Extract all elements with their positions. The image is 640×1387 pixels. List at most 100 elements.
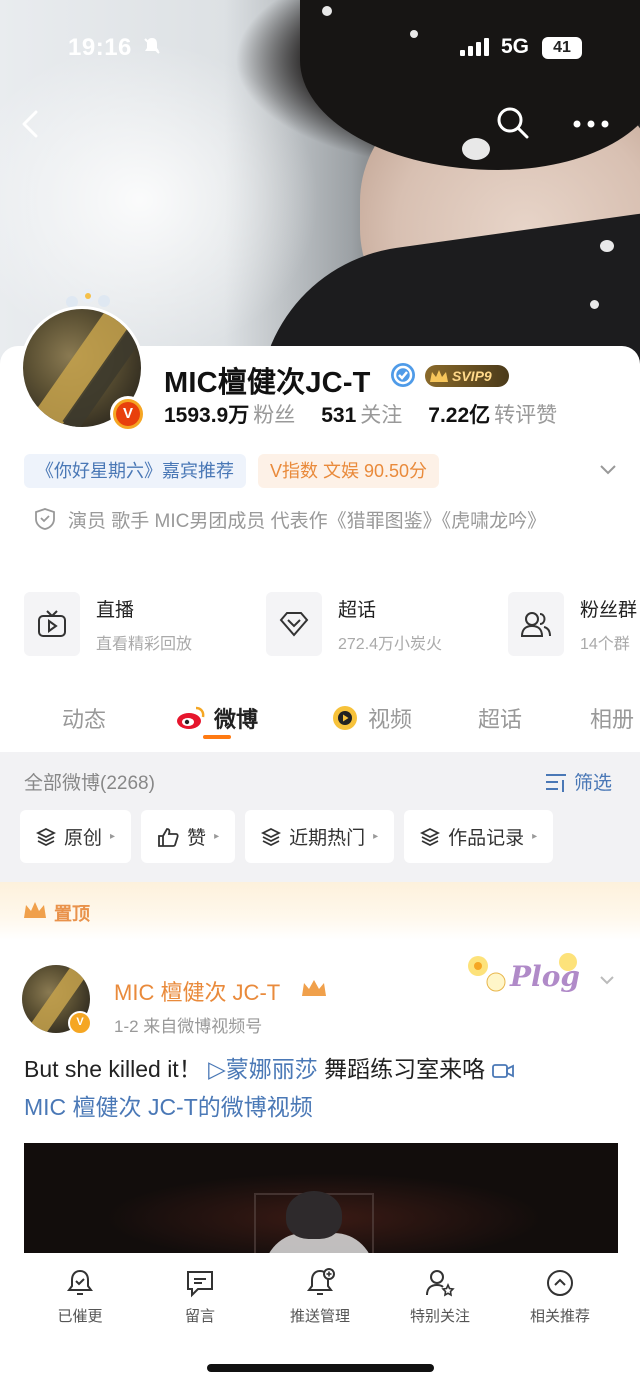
message-button[interactable]: 留言	[140, 1267, 260, 1326]
thumbs-up-icon	[158, 827, 179, 847]
quick-link-supertopic[interactable]: 超话 272.4万小炭火	[266, 592, 494, 656]
chevron-up-circle-icon	[547, 1270, 573, 1296]
video-camera-icon	[491, 1064, 514, 1078]
group-icon	[520, 612, 551, 637]
related-recommend-button[interactable]: 相关推荐	[500, 1267, 620, 1326]
user-star-icon	[426, 1270, 455, 1297]
bottom-label: 特别关注	[409, 1308, 470, 1325]
mute-bell-icon	[142, 36, 162, 62]
quick-link-subtitle: 直看精彩回放	[96, 635, 193, 653]
video-logo-icon	[333, 706, 357, 730]
post-text: But she killed it！ ▷蒙娜丽莎 舞蹈练习室来咯 MIC 檀健次…	[24, 1050, 624, 1126]
stat-followers[interactable]: 1593.9万 粉丝	[164, 399, 295, 429]
stat-label: 关注	[360, 404, 403, 427]
search-icon[interactable]	[496, 106, 530, 140]
remind-update-button[interactable]: 已催更	[20, 1267, 140, 1326]
tab-weibo[interactable]: 微博	[176, 702, 258, 734]
tv-icon	[38, 610, 66, 637]
filter-icon	[546, 773, 566, 792]
quick-link-live[interactable]: 直播 直看精彩回放	[24, 592, 252, 656]
video-thumbnail[interactable]	[24, 1143, 618, 1253]
tag-v-index[interactable]: V指数 文娱 90.50分	[258, 454, 440, 488]
push-settings-button[interactable]: 推送管理	[260, 1267, 380, 1326]
battery-icon: 41	[542, 37, 582, 59]
filter-button[interactable]: 筛选	[544, 768, 612, 795]
more-icon[interactable]	[572, 110, 610, 138]
music-link[interactable]: ▷蒙娜丽莎	[208, 1056, 318, 1082]
layers-icon	[261, 827, 282, 846]
quick-link-title: 粉丝群	[580, 599, 638, 621]
chevron-down-icon[interactable]	[598, 972, 616, 988]
network-type: 5G	[501, 35, 530, 58]
plog-sticker: Plog	[468, 953, 580, 993]
special-follow-button[interactable]: 特别关注	[380, 1267, 500, 1326]
weibo-logo-icon	[177, 706, 205, 729]
quick-link-title: 直播	[96, 599, 135, 621]
stat-likes[interactable]: 7.22亿 转评赞	[428, 399, 557, 429]
post-text-lead: But she killed it！	[24, 1056, 202, 1082]
chevron-down-icon[interactable]	[598, 460, 618, 480]
crown-icon	[302, 980, 326, 996]
quick-link-subtitle: 272.4万小炭火	[338, 635, 443, 653]
status-time: 19:16	[68, 34, 132, 61]
tab-album[interactable]: 相册	[590, 702, 634, 734]
profile-bio: 演员 歌手 MIC男团成员 代表作《猎罪图鉴》《虎啸龙吟》	[68, 511, 547, 532]
pinned-banner	[0, 882, 640, 940]
signal-icon	[460, 38, 489, 56]
bell-check-icon	[67, 1269, 93, 1295]
crown-icon	[24, 902, 46, 918]
blue-verified-icon[interactable]	[390, 362, 416, 388]
filter-label: 筛选	[574, 773, 613, 794]
post-text-rest: 舞蹈练习室来咯	[317, 1056, 492, 1082]
tag-guest-recommend[interactable]: 《你好星期六》嘉宾推荐	[24, 454, 246, 488]
pinned-label: 置顶	[54, 904, 90, 924]
verified-badge-icon: V	[110, 396, 146, 432]
stat-value: 7.22亿	[428, 404, 491, 427]
stat-following[interactable]: 531 关注	[321, 399, 402, 429]
filter-chips: 原创 ▸ 赞 ▸ 近期热门 ▸ 作品记录 ▸	[20, 810, 554, 863]
tab-label: 微博	[214, 707, 259, 732]
layers-icon	[36, 827, 56, 846]
chip-like[interactable]: 赞 ▸	[141, 810, 236, 863]
profile-tabs: 动态 微博 视频 超话 相册	[0, 692, 640, 748]
chip-label: 近期热门	[289, 828, 366, 849]
bottom-label: 相关推荐	[529, 1308, 590, 1325]
active-tab-indicator	[203, 735, 231, 739]
quick-link-fan-group[interactable]: 粉丝群 14个群	[508, 592, 640, 656]
post-author-name[interactable]: MIC 檀健次 JC-T	[114, 975, 280, 1007]
chip-label: 原创	[64, 828, 103, 849]
stat-label: 转评赞	[494, 404, 558, 427]
svip-badge[interactable]: SVIP9	[425, 365, 509, 387]
verified-badge-icon: V	[68, 1011, 92, 1035]
back-icon[interactable]	[16, 108, 44, 140]
profile-tags: 《你好星期六》嘉宾推荐 V指数 文娱 90.50分	[24, 454, 440, 488]
chip-label: 赞	[187, 828, 207, 849]
feed-count-title: 全部微博(2268)	[24, 773, 155, 794]
stat-label: 粉丝	[253, 404, 296, 427]
chip-label: 作品记录	[448, 828, 525, 849]
home-indicator[interactable]	[207, 1364, 434, 1372]
video-link[interactable]: MIC 檀健次 JC-T的微博视频	[24, 1094, 313, 1120]
profile-name: MIC檀健次JC-T	[164, 367, 371, 399]
diamond-icon	[279, 612, 309, 637]
quick-link-subtitle: 14个群	[580, 635, 630, 653]
status-bar: 19:16 5G 41	[0, 30, 640, 66]
chip-works[interactable]: 作品记录 ▸	[404, 810, 554, 863]
message-icon	[187, 1271, 213, 1298]
layers-icon	[420, 827, 441, 846]
chip-original[interactable]: 原创 ▸	[20, 810, 132, 863]
tab-video[interactable]: 视频	[332, 702, 412, 734]
svip-label: SVIP9	[452, 368, 492, 384]
tab-supertopic[interactable]: 超话	[478, 702, 522, 734]
profile-stats: 1593.9万 粉丝 531 关注 7.22亿 转评赞	[164, 399, 583, 429]
bottom-label: 已催更	[57, 1308, 103, 1325]
quick-links: 直播直看精彩回放 超话 272.4万小炭火 粉丝群 14个群	[24, 592, 640, 656]
tab-label: 视频	[368, 707, 413, 732]
stat-value: 531	[321, 404, 357, 427]
tab-dynamic[interactable]: 动态	[62, 702, 106, 734]
chip-recent-hot[interactable]: 近期热门 ▸	[245, 810, 395, 863]
crown-icon	[430, 370, 448, 382]
shield-icon	[35, 508, 55, 530]
bottom-label: 留言	[184, 1308, 215, 1325]
post-meta: 1-2 来自微博视频号	[114, 1017, 263, 1036]
